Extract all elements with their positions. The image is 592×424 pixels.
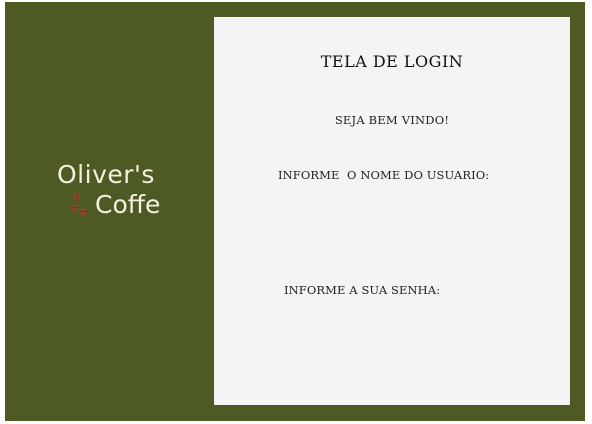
login-panel: TELA DE LOGIN SEJA BEM VINDO! INFORME O … bbox=[214, 17, 570, 405]
coffee-beans-icon bbox=[65, 190, 99, 220]
password-label: INFORME A SUA SENHA: bbox=[284, 283, 441, 297]
page-title: TELA DE LOGIN bbox=[320, 52, 464, 71]
welcome-text: SEJA BEM VINDO! bbox=[334, 113, 450, 127]
brand-logo: Oliver's Coffe bbox=[57, 160, 167, 220]
login-window: Oliver's Coffe TELA DE LOGIN SEJA BEM VI… bbox=[5, 2, 585, 421]
brand-name-line1: Oliver's bbox=[57, 160, 155, 189]
brand-name-line2-row: Coffe bbox=[65, 190, 167, 220]
brand-name-line2: Coffe bbox=[95, 190, 161, 219]
username-label: INFORME O NOME DO USUARIO: bbox=[278, 168, 490, 182]
password-input[interactable] bbox=[284, 303, 504, 373]
username-input[interactable] bbox=[278, 189, 504, 259]
